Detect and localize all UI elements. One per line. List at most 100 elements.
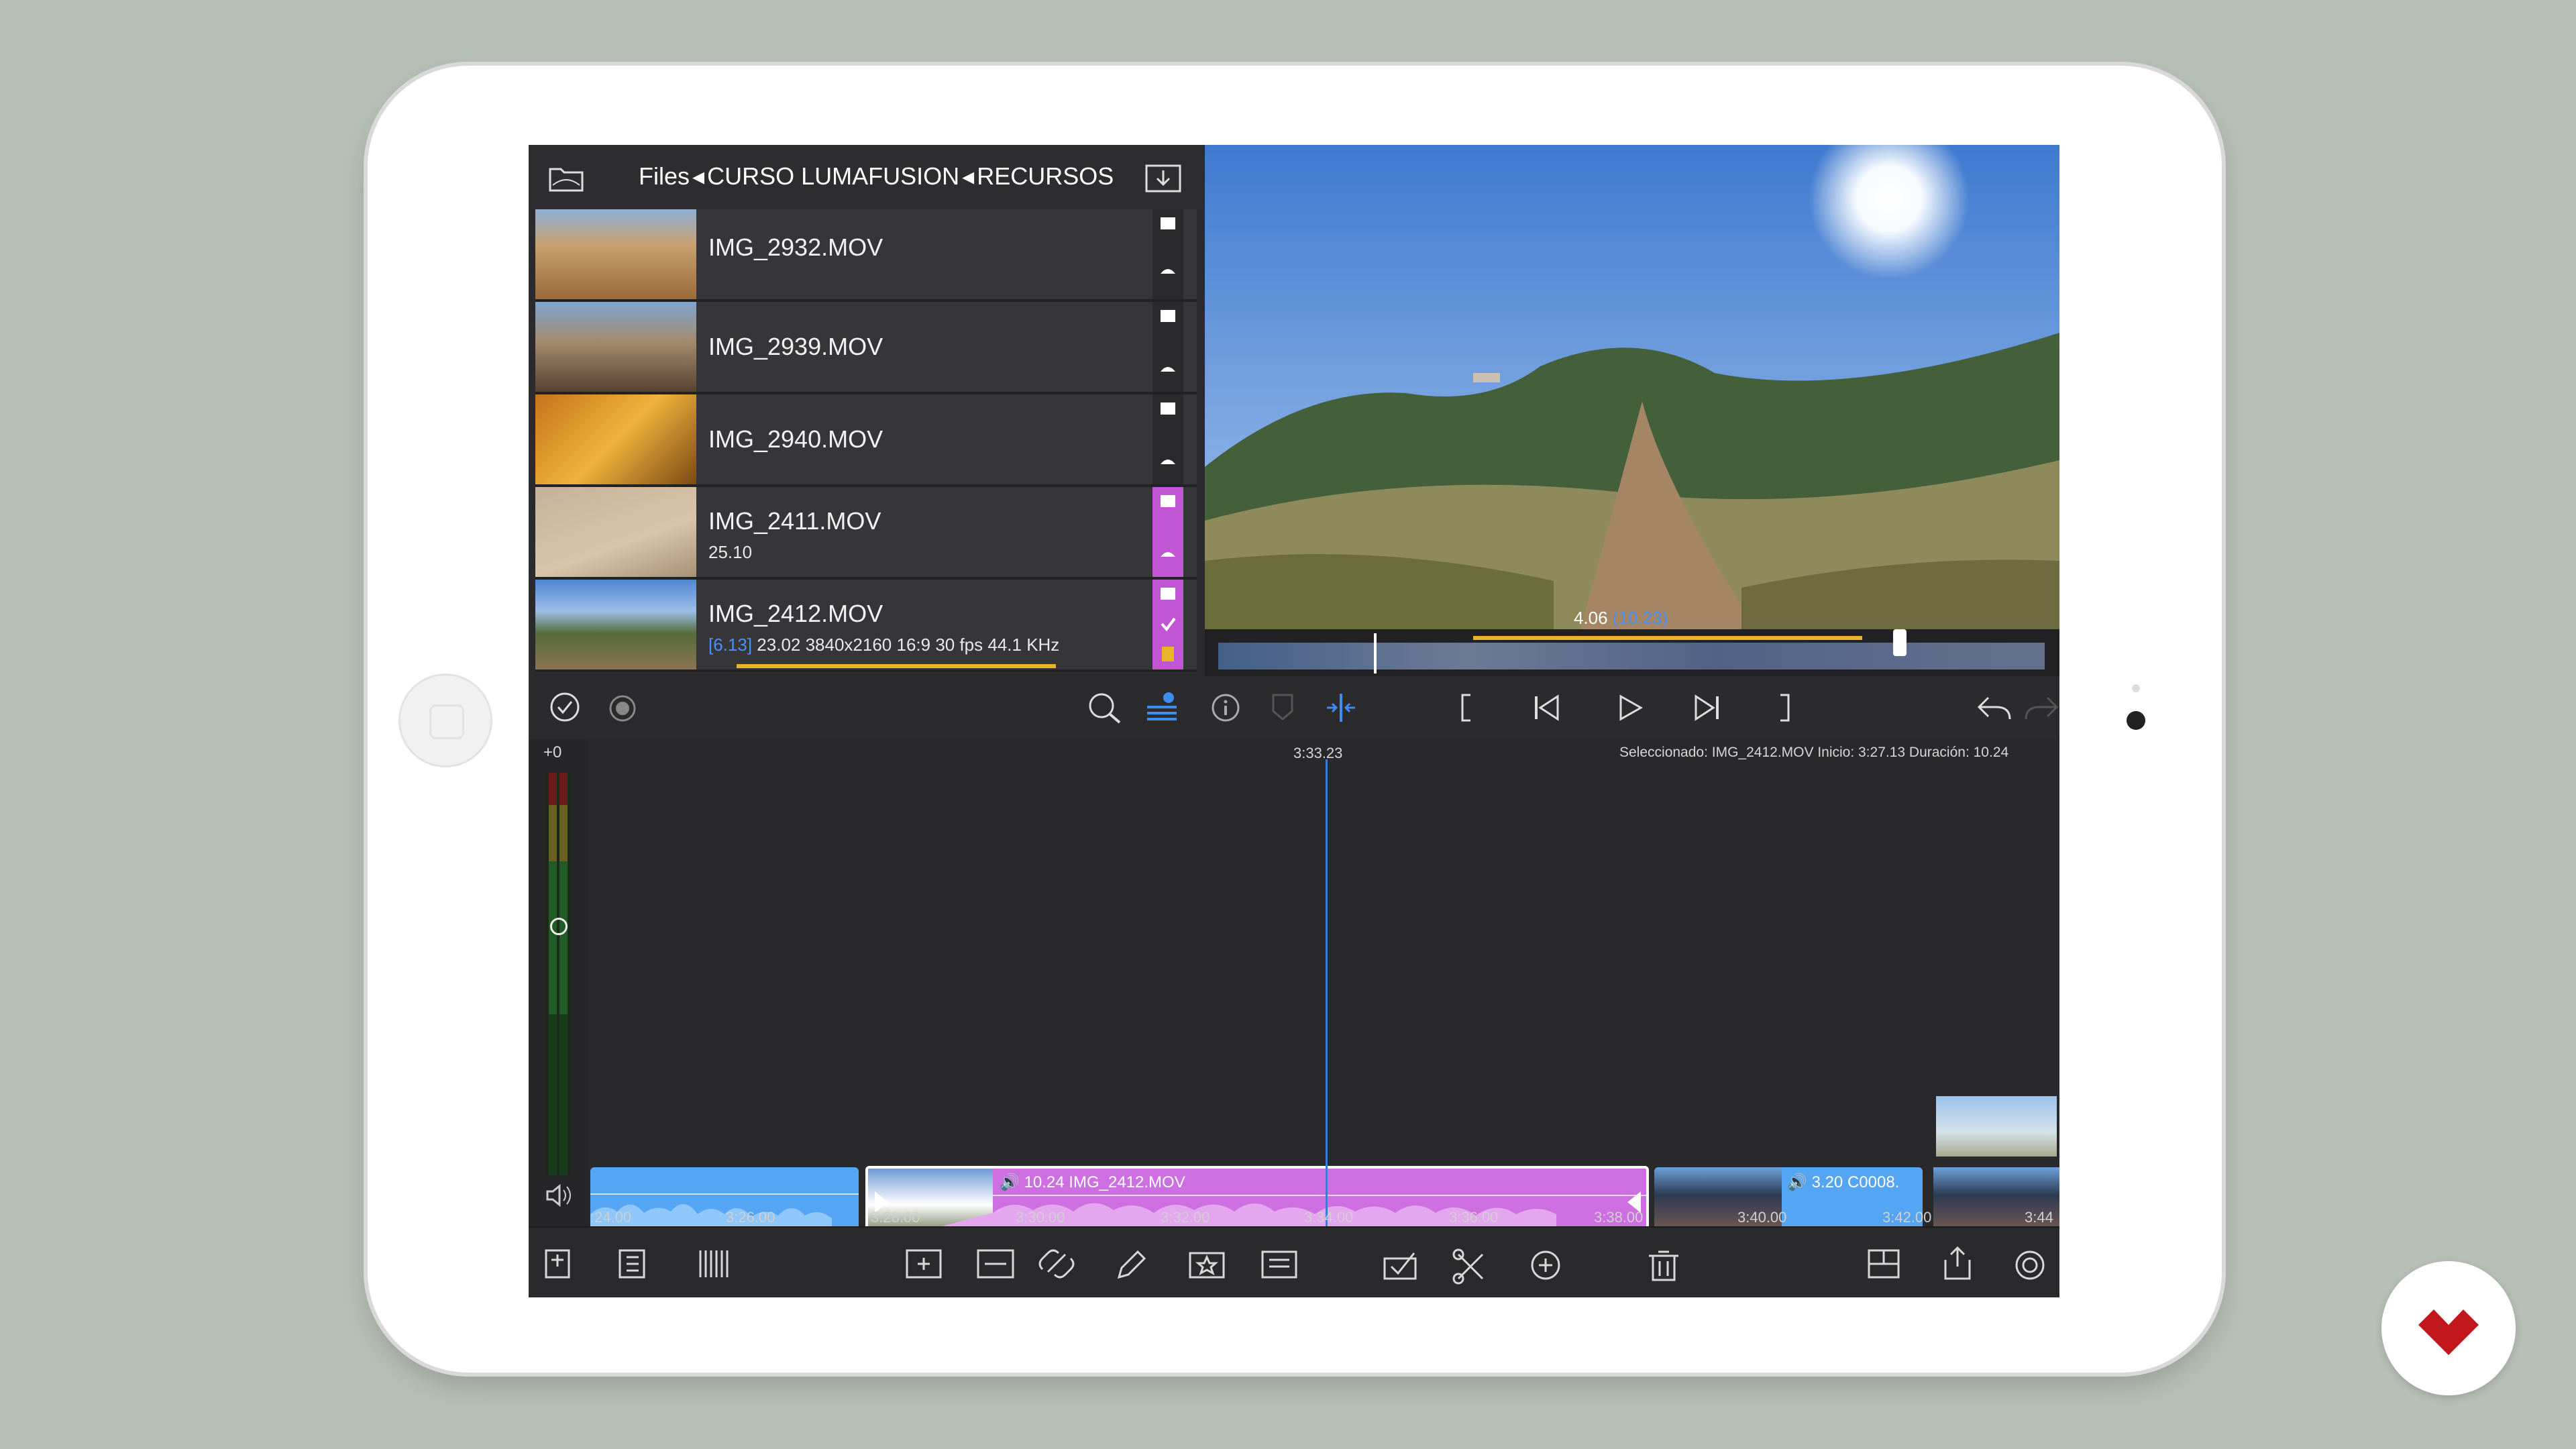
clip-thumbnail [535,394,696,484]
clip-duration: 10.24 [1024,1173,1065,1191]
link-icon[interactable] [1038,1248,1076,1281]
track-list-icon[interactable] [619,1248,645,1281]
viewer-time: 4.06 (10.23) [1574,608,1668,629]
ruler-tick: 3:28.00 [871,1209,920,1226]
breadcrumb-sep: ◂ [692,162,705,190]
clip-label: 🔊 3.20 C0008. [1787,1173,1900,1191]
playback-controls [1205,676,2059,739]
viewer-time-value: 4.06 [1574,608,1608,628]
check-circle-icon[interactable] [549,691,581,727]
audio-detach-icon[interactable] [977,1248,1014,1281]
clip-name: C0008. [1847,1173,1900,1191]
viewer-time-total: (10.23) [1612,608,1668,628]
front-camera [2127,711,2145,730]
mark-in-icon[interactable] [1456,691,1476,728]
marker-icon[interactable] [1269,692,1296,727]
edit-toolbar [529,1226,2059,1297]
list-item-selected[interactable]: IMG_2412.MOV [6.13] 23.02 3840x2160 16:9… [535,580,1197,672]
breadcrumb-folder[interactable]: CURSO LUMAFUSION [707,162,959,190]
add-icon[interactable] [1531,1248,1564,1281]
file-duration: 25.10 [708,542,753,562]
playhead-time: 3:33.23 [1293,745,1343,761]
add-track-icon[interactable] [545,1248,572,1281]
selection-info: Seleccionado: IMG_2412.MOV Inicio: 3:27.… [1619,745,2009,760]
video-preview[interactable]: 4.06 (10.23) [1205,145,2059,629]
scrub-range [1473,636,1862,640]
previous-icon[interactable] [1529,691,1563,728]
front-sensor [2132,684,2140,692]
file-details: 23.02 3840x2160 16:9 30 fps 44.1 KHz [757,635,1060,655]
clip-thumbnail [535,487,696,577]
folder-icon[interactable] [549,165,584,195]
library-toolbar [529,674,1203,739]
breadcrumb-sub[interactable]: RECURSOS [977,162,1114,190]
undo-icon[interactable] [1974,691,2014,728]
ruler-tick: 3:36.00 [1449,1209,1499,1226]
clip-scrubber[interactable] [1205,629,2059,676]
volume-knob[interactable] [550,918,568,935]
usage-bar [737,664,1056,668]
file-tag [1152,580,1183,669]
timeline-playhead[interactable] [1326,759,1328,1226]
import-icon[interactable] [1144,164,1182,197]
file-tag [1152,209,1183,299]
ruler-tick: 3:38.00 [1594,1209,1644,1226]
split-icon[interactable] [1324,691,1358,728]
next-icon[interactable] [1690,691,1724,728]
ruler-tick: 3:30.00 [1016,1209,1065,1226]
title-icon[interactable] [1261,1248,1299,1281]
list-item[interactable]: IMG_2939.MOV [535,302,1197,394]
scrub-handle[interactable] [1893,629,1907,656]
file-meta: [6.13] 23.02 3840x2160 16:9 30 fps 44.1 … [708,635,1059,655]
layout-icon[interactable] [1868,1248,1901,1281]
broll-clip[interactable] [1936,1096,2057,1157]
edit-pencil-icon[interactable] [1115,1248,1148,1281]
breadcrumb-root[interactable]: Files [639,162,690,190]
brand-logo [2381,1261,2516,1395]
scissors-icon[interactable] [1454,1248,1488,1281]
favorite-icon[interactable] [1189,1248,1226,1281]
play-icon[interactable] [1613,691,1646,728]
gear-icon[interactable] [2014,1249,2047,1283]
list-item[interactable]: IMG_2411.MOV 25.10 [535,487,1197,580]
add-clip-icon[interactable] [906,1248,943,1281]
clip-label: 🔊 10.24 IMG_2412.MOV [1000,1173,1185,1191]
clip-thumbnail [535,580,696,669]
info-icon[interactable] [1210,692,1241,727]
file-list: IMG_2932.MOV IMG_2939.MOV IMG_2940.MOV I… [535,209,1197,674]
share-icon[interactable] [1943,1246,1972,1281]
timeline[interactable]: +0 3:33.23 Seleccionado: IMG_2412.MOV In… [529,739,2059,1237]
app-screen: Files ◂ CURSO LUMAFUSION ◂ RECURSOS IMG_2932… [529,145,2059,1297]
breadcrumb[interactable]: Files ◂ CURSO LUMAFUSION ◂ RECURSOS [639,162,1116,191]
clip-thumbnail [535,302,696,392]
sort-icon[interactable] [1143,690,1181,728]
trash-icon[interactable] [1646,1248,1680,1281]
ruler-tick: 3:42.00 [1882,1209,1932,1226]
file-tag [1152,394,1183,484]
speaker-icon[interactable] [545,1182,574,1212]
library-header: Files ◂ CURSO LUMAFUSION ◂ RECURSOS [529,145,1203,209]
ruler-tick: 3:44 [2025,1209,2053,1226]
frames-icon[interactable] [698,1248,731,1281]
redo-icon[interactable] [2022,691,2059,728]
ruler-tick: :24.00 [590,1209,632,1226]
audio-meter [546,773,570,1175]
record-icon[interactable] [608,694,637,727]
clip-duration: 3.20 [1811,1173,1843,1191]
list-item[interactable]: IMG_2932.MOV [535,209,1197,302]
search-icon[interactable] [1085,691,1126,729]
file-name: IMG_2939.MOV [708,333,883,360]
ruler-tick: 3:26.00 [726,1209,775,1226]
scrub-playhead[interactable] [1374,633,1377,674]
scrub-thumbnails [1218,643,2045,669]
file-name: IMG_2412.MOV [708,600,883,627]
list-item[interactable]: IMG_2940.MOV [535,394,1197,487]
home-button[interactable] [398,674,492,767]
timeline-tracks[interactable] [589,739,2059,1226]
file-name: IMG_2932.MOV [708,233,883,261]
ruler-tick: 3:34.00 [1304,1209,1354,1226]
clip-thumbnail [535,209,696,299]
audio-level-label: +0 [543,743,562,761]
select-icon[interactable] [1383,1248,1421,1281]
mark-out-icon[interactable] [1775,691,1795,728]
